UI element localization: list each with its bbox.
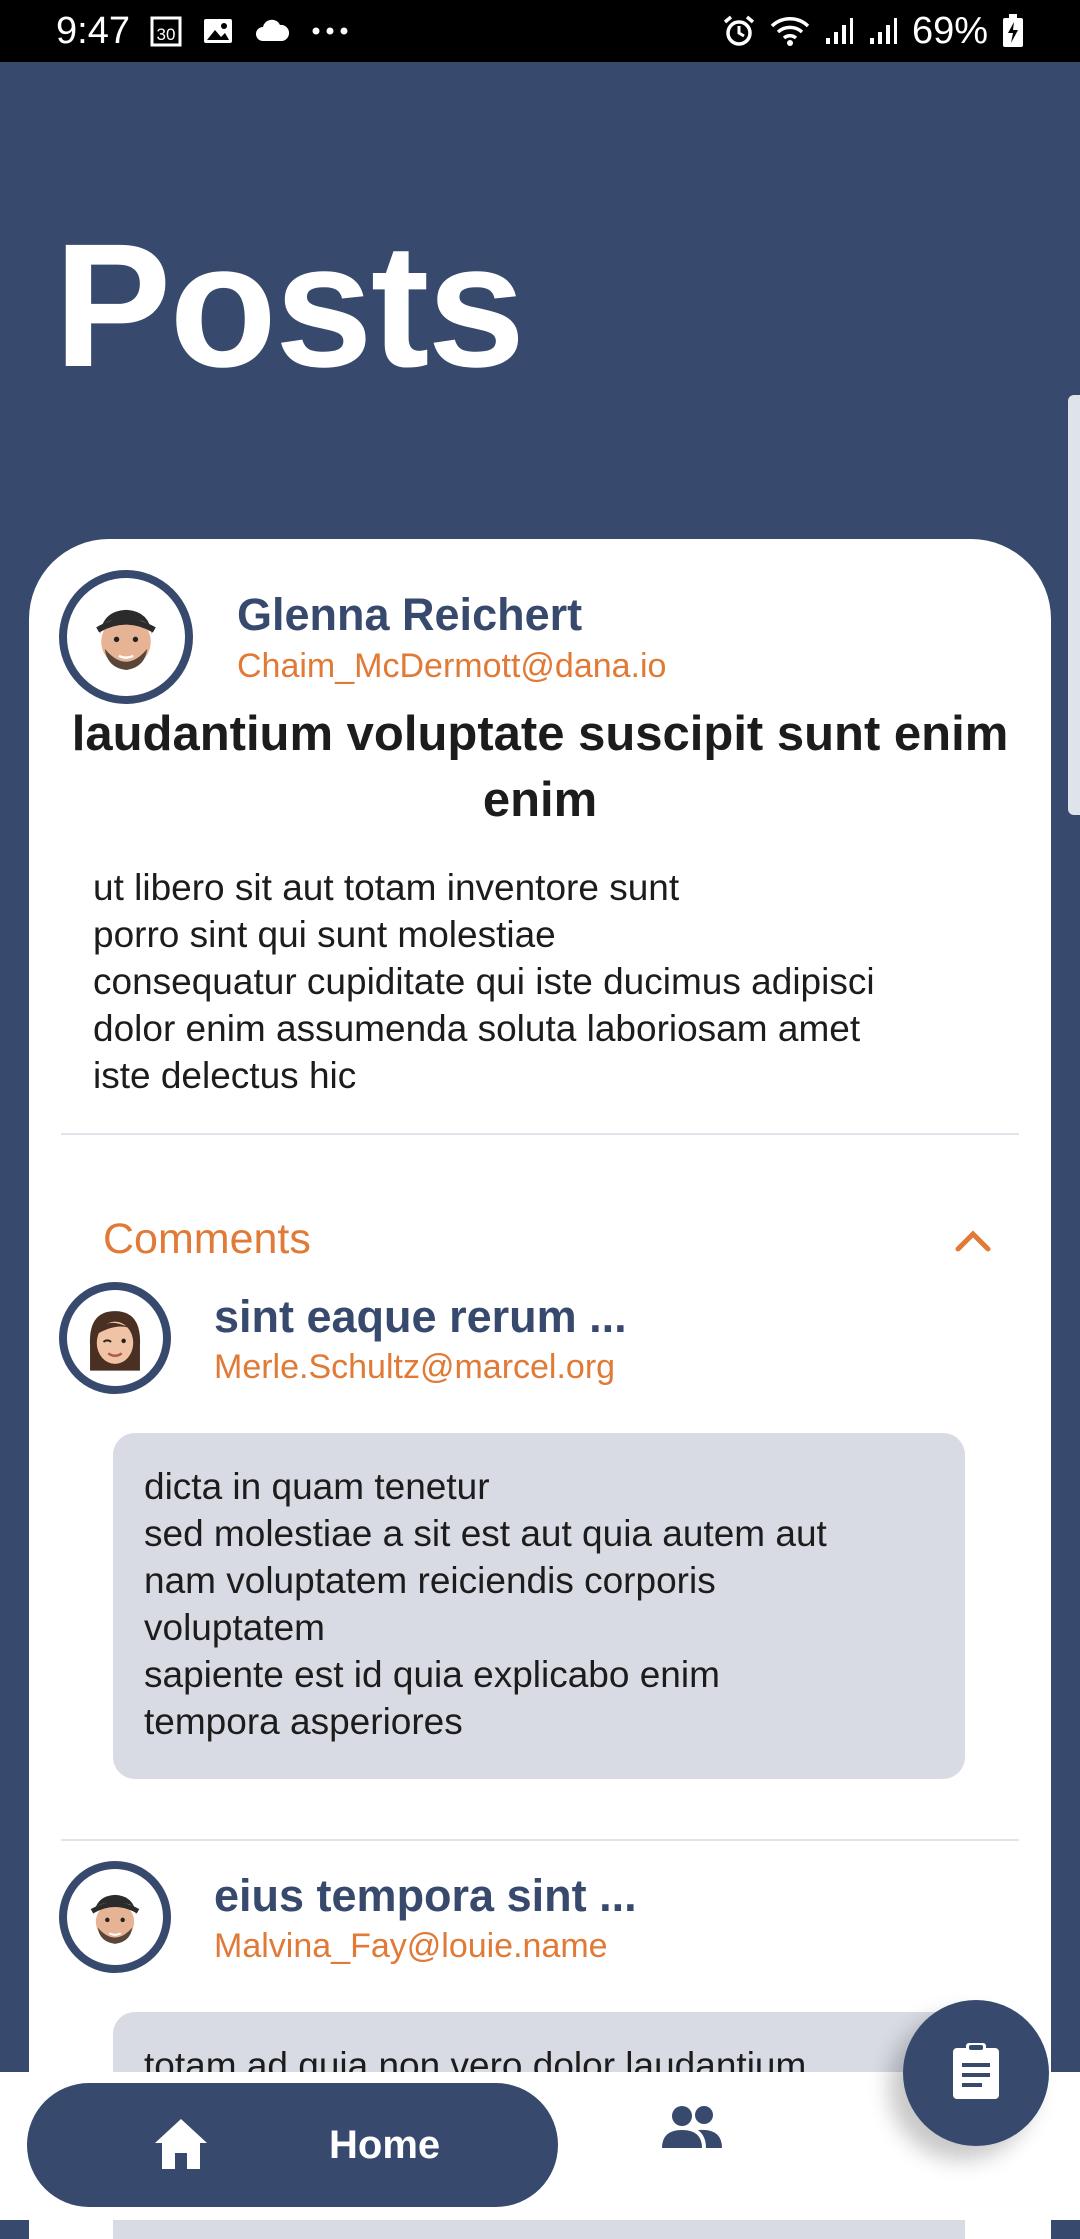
wifi-icon [770,15,810,47]
comment-body: dicta in quam tenetur sed molestiae a si… [113,1433,965,1779]
scrollbar[interactable] [1068,395,1080,815]
clipboard-fab-button[interactable] [903,2000,1049,2146]
more-dots-icon [310,25,350,37]
comment-email: Merle.Schultz@marcel.org [214,1348,616,1386]
comments-toggle[interactable]: Comments [103,1184,993,1294]
comment-avatar[interactable] [59,1282,171,1394]
comment-email: Malvina_Fay@louie.name [214,1927,608,1965]
post-title: laudantium voluptate suscipit sunt enim … [71,707,1009,827]
divider [61,1839,1019,1841]
home-icon [151,2115,211,2178]
status-bar: 9:47 30 69% [0,0,1080,62]
svg-text:30: 30 [157,25,176,44]
comment-avatar[interactable] [59,1861,171,1973]
man-memoji-icon [96,609,156,671]
people-icon [660,2106,724,2156]
man-memoji-icon [90,1894,140,1944]
tab-home[interactable]: Home [27,2083,558,2207]
woman-memoji-icon [89,1311,141,1371]
comment-name: eius tempora sint ... [214,1870,637,1921]
divider [61,1133,1019,1135]
cloud-icon [254,17,290,45]
author-email: Chaim_McDermott@dana.io [237,647,667,685]
battery-charging-icon [1002,14,1024,48]
signal-icon [824,16,854,46]
signal-icon [868,16,898,46]
post-card: Glenna Reichert Chaim_McDermott@dana.io … [29,539,1051,2239]
calendar-30-icon: 30 [150,15,182,47]
comments-label: Comments [103,1214,311,1263]
author-avatar[interactable] [59,570,193,704]
tab-home-label: Home [329,2122,441,2167]
chevron-up-icon [953,1215,993,1264]
tab-people[interactable] [660,2102,760,2186]
page-title: Posts [54,208,525,404]
clipboard-icon [950,2041,1002,2106]
comment-name: sint eaque rerum ... [214,1291,627,1342]
battery-percent: 69% [911,9,988,52]
alarm-icon [722,14,756,48]
post-body: ut libero sit aut totam inventore sunt p… [93,867,875,1096]
author-name: Glenna Reichert [237,589,583,640]
status-time: 9:47 [56,9,130,52]
image-icon [202,15,234,47]
